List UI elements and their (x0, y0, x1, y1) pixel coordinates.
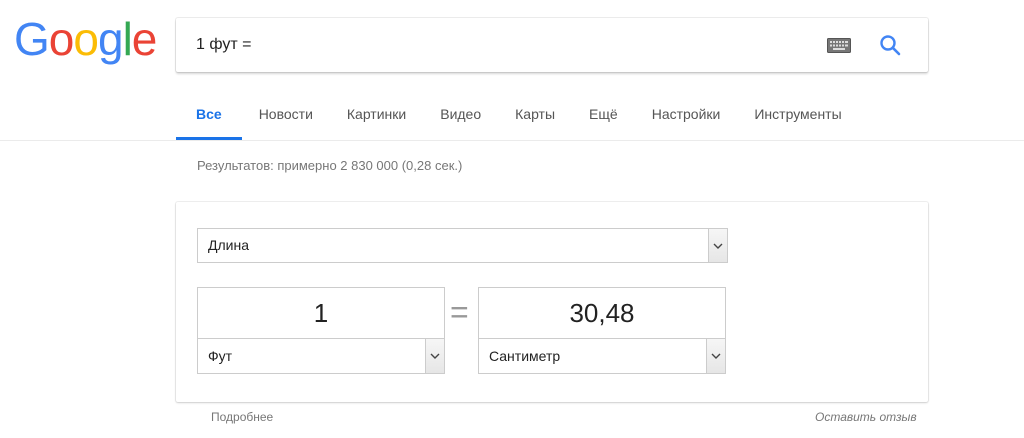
logo-letter: l (122, 13, 133, 65)
equals-sign: = (450, 294, 469, 330)
tab-maps[interactable]: Карты (498, 90, 572, 140)
from-value-box: 1 Фут (197, 287, 445, 374)
quantity-label: Длина (208, 237, 249, 253)
from-unit-select[interactable]: Фут (197, 338, 445, 374)
result-stats: Результатов: примерно 2 830 000 (0,28 се… (197, 158, 463, 173)
chevron-down-icon (425, 339, 444, 373)
tab-videos[interactable]: Видео (423, 90, 498, 140)
logo-letter: e (131, 13, 158, 65)
tab-news[interactable]: Новости (242, 90, 330, 140)
search-input[interactable] (196, 18, 796, 72)
more-link[interactable]: Подробнее (211, 410, 273, 424)
chevron-down-icon (706, 339, 725, 373)
search-results-page: Google Все Новости Картинки Видео Карты … (0, 0, 1024, 438)
google-logo[interactable]: Google (14, 13, 158, 65)
keyboard-icon[interactable] (827, 38, 851, 53)
tab-all[interactable]: Все (176, 90, 242, 140)
logo-letter: G (14, 13, 50, 65)
search-box (176, 18, 928, 72)
logo-letter: o (48, 13, 75, 65)
tab-settings[interactable]: Настройки (635, 90, 738, 140)
tab-tools[interactable]: Инструменты (737, 90, 858, 140)
from-value-input[interactable]: 1 (198, 288, 444, 338)
tabs-divider (0, 140, 1024, 141)
chevron-down-icon (708, 229, 727, 262)
unit-converter-card: Длина 1 Фут = 30,48 Сантиметр (176, 202, 928, 402)
from-unit-label: Фут (208, 348, 233, 364)
search-icon[interactable] (878, 33, 902, 57)
to-unit-label: Сантиметр (489, 348, 561, 364)
tab-images[interactable]: Картинки (330, 90, 423, 140)
feedback-link[interactable]: Оставить отзыв (815, 410, 917, 424)
logo-letter: g (97, 13, 124, 65)
quantity-select[interactable]: Длина (197, 228, 728, 263)
to-value-input[interactable]: 30,48 (479, 288, 725, 338)
search-tabs: Все Новости Картинки Видео Карты Ещё Нас… (176, 90, 859, 140)
tab-more[interactable]: Ещё (572, 90, 635, 140)
to-unit-select[interactable]: Сантиметр (478, 338, 726, 374)
to-value-box: 30,48 Сантиметр (478, 287, 726, 374)
logo-letter: o (73, 13, 99, 65)
